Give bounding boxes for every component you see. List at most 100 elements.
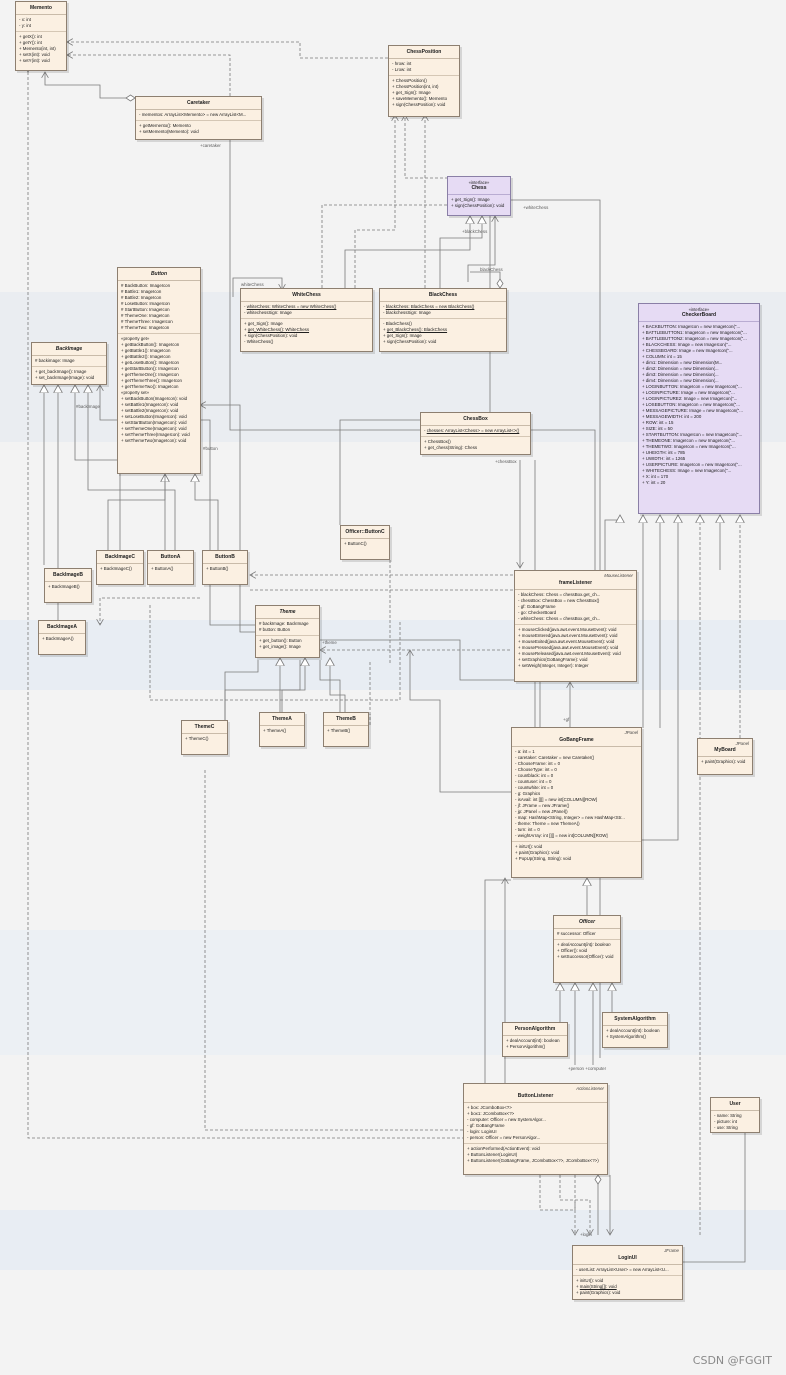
operations: + dealAccount(int): boolean + Officer():… (554, 940, 620, 962)
role-label: +whiteChess (523, 205, 549, 210)
implements-label: MouseListener (604, 573, 633, 578)
class-gobangframe[interactable]: JPanel GoBangFrame - a: int = 1- caretak… (511, 727, 642, 878)
class-button[interactable]: Button # BackButton: ImageIcon # Battle1… (117, 267, 201, 474)
class-name: WhiteChess (241, 289, 372, 302)
operations: + dealAccount(int): boolean + SystemAlgo… (603, 1026, 667, 1042)
attribute: # ThemeTwo: ImageIcon (121, 325, 170, 330)
class-backimageb[interactable]: BackImageB + BackImageB() (44, 568, 92, 603)
attribute: - y: int (19, 23, 31, 28)
operation: + sign(ChessPosition): void (451, 203, 505, 208)
class-loginui[interactable]: JFrame LoginUI - userList: ArrayList<Use… (572, 1245, 683, 1300)
class-buttonb[interactable]: ButtonB + ButtonB() (202, 550, 248, 585)
attribute: - use: String (714, 1125, 738, 1130)
operation: + set_backImage(Image): void (35, 375, 95, 380)
operations: + get_Sign(): Image + sign(ChessPosition… (448, 195, 510, 211)
class-themea[interactable]: ThemeA + ThemeA() (259, 712, 305, 747)
implements-label: ActionListener (576, 1086, 604, 1091)
attributes: - blackChess: BlackChess = new BlackChes… (380, 302, 506, 319)
operations: + initUI(): void + main(String[]): void … (573, 1276, 682, 1298)
attributes: - hrow: int - Lrow: int (389, 59, 459, 76)
operation: + ThemeB() (327, 728, 351, 733)
operation: + get_chess(String): Chess (424, 445, 478, 450)
class-personalgorithm[interactable]: PersonAlgorithm + dealAccount(int): bool… (502, 1022, 568, 1057)
operations: «property get» + getBackButton(): ImageI… (118, 334, 200, 446)
operation: + BackImageB() (48, 584, 80, 589)
class-name: ThemeC (182, 721, 227, 734)
attributes: - blackChess: Chess = chessBox.get_ch...… (515, 590, 636, 625)
attribute: - Lrow: int (392, 67, 412, 72)
class-themeb[interactable]: ThemeB + ThemeB() (323, 712, 369, 747)
class-framelistener[interactable]: MouseListener frameListener - blackChess… (514, 570, 637, 682)
attributes: - userList: ArrayList<User> = new ArrayL… (573, 1265, 682, 1276)
operations: + ThemeB() (324, 726, 368, 736)
role-label: +theme (322, 640, 337, 645)
attribute: - person: Officer = new PersonAlgor... (467, 1135, 541, 1140)
class-caretaker[interactable]: Caretaker - mementos: ArrayList<Memento>… (135, 96, 262, 140)
attributes: - x: int - y: int (16, 15, 66, 32)
attribute: + Y: int = 20 (642, 480, 666, 485)
class-officer-buttonc[interactable]: Officer::ButtonC + ButtonC() (340, 525, 390, 560)
role-label: +person +computer (568, 1066, 607, 1071)
attribute: - weightArray: int [][] = new int[COLUMN… (515, 833, 608, 838)
role-label: whiteChess (241, 282, 264, 287)
operations: + BackImageC() (97, 564, 143, 574)
operation: + setWeigh(Integer, Integer): Integer (518, 663, 589, 668)
operation: + PersonAlgorithm() (506, 1044, 546, 1049)
interface-checkerboard[interactable]: «interface» CheckerBoard + BACKBUTTON: I… (638, 303, 760, 514)
operation: + PopUp(String, String): void (515, 856, 572, 861)
class-buttona[interactable]: ButtonA + ButtonA() (147, 550, 194, 585)
class-name: PersonAlgorithm (503, 1023, 567, 1036)
class-themec[interactable]: ThemeC + ThemeC() (181, 720, 228, 755)
class-blackchess[interactable]: BlackChess - blackChess: BlackChess = ne… (379, 288, 507, 352)
operations: + paint(Graphics): void (698, 757, 752, 767)
operation: + ThemeC() (185, 736, 209, 741)
class-name: BackImageC (97, 551, 143, 564)
class-systemalgorithm[interactable]: SystemAlgorithm + dealAccount(int): bool… (602, 1012, 668, 1048)
class-backimagea[interactable]: BackImageA + BackImageA() (38, 620, 86, 655)
attribute: # button: Button (259, 627, 291, 632)
operation: + sign(ChessPosition): void (383, 339, 437, 344)
class-officer[interactable]: Officer # successor: Officer + dealAccou… (553, 915, 621, 983)
class-user[interactable]: User - name: String - picture: int - use… (710, 1097, 760, 1133)
operation: + ButtonA() (151, 566, 174, 571)
operations: + ButtonC() (341, 539, 389, 549)
operation: + setSuccessor(Officer): void (557, 954, 614, 959)
operations: + get_button(): Button + get_image(): Im… (256, 636, 319, 652)
extends-label: JPanel (624, 730, 638, 735)
operation: + setMemento(Memento): void (139, 129, 199, 134)
class-name: «interface» Chess (448, 177, 510, 195)
operations: + initUI(): void + paint(Graphics): void… (512, 842, 641, 864)
class-name: ChessPosition (389, 46, 459, 59)
operations: + BackImageB() (45, 582, 91, 592)
operation: + setThemeTwo(ImageIcon): void (121, 438, 187, 443)
class-theme[interactable]: Theme # backImage: BackImage # button: B… (255, 605, 320, 658)
attributes: + box: JComboBox<?> + box1: JComboBox<?>… (464, 1103, 607, 1144)
class-name: BackImageA (39, 621, 85, 634)
class-name: Officer (554, 916, 620, 929)
attribute: - whiteChess: Chess = chessBox.get_ch... (518, 616, 601, 621)
class-myboard[interactable]: JPanel MyBoard + paint(Graphics): void (697, 738, 753, 775)
class-name: ChessBox (421, 413, 530, 426)
class-backimage[interactable]: BackImage # backimage: Image + get_backI… (31, 342, 107, 385)
attributes: # BackButton: ImageIcon # Battle1: Image… (118, 281, 200, 334)
attributes: # backImage: BackImage # button: Button (256, 619, 319, 636)
operations: + ChessPosition() + ChessPosition(int, i… (389, 76, 459, 110)
attributes: - whiteChess: WhiteChess = new WhiteChes… (241, 302, 372, 319)
class-chessposition[interactable]: ChessPosition - hrow: int - Lrow: int + … (388, 45, 460, 117)
class-name: ButtonB (203, 551, 247, 564)
class-chessbox[interactable]: ChessBox - chesses: ArrayList<Chess> = n… (420, 412, 531, 455)
attribute: - whitechessSign: Image (244, 310, 292, 315)
class-backimagec[interactable]: BackImageC + BackImageC() (96, 550, 144, 585)
extends-label: JPanel (735, 741, 749, 746)
class-buttonlistener[interactable]: ActionListener ButtonListener + box: JCo… (463, 1083, 608, 1175)
interface-chess[interactable]: «interface» Chess + get_Sign(): Image + … (447, 176, 511, 216)
class-name: User (711, 1098, 759, 1111)
operation: + sign(ChessPosition): void (392, 102, 446, 107)
attribute: - userList: ArrayList<User> = new ArrayL… (576, 1267, 669, 1272)
operations: + get_Sign(): Image + get_WhiteChess(): … (241, 319, 372, 347)
class-name: GoBangFrame (512, 728, 641, 747)
class-whitechess[interactable]: WhiteChess - whiteChess: WhiteChess = ne… (240, 288, 373, 352)
class-name: Memento (16, 2, 66, 15)
class-name: BlackChess (380, 289, 506, 302)
class-memento[interactable]: Memento - x: int - y: int + getX(): int … (15, 1, 67, 71)
